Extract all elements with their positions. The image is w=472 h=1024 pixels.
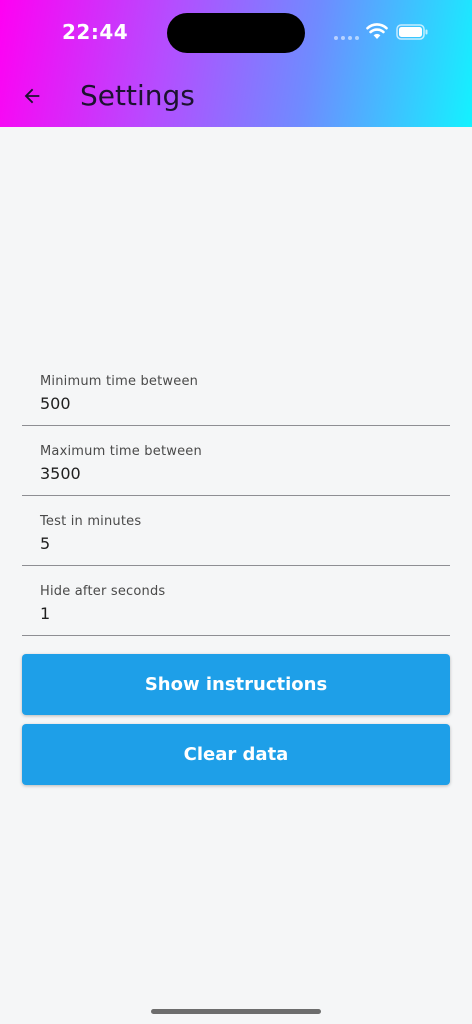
test-minutes-field: Test in minutes — [22, 496, 450, 566]
clear-data-button[interactable]: Clear data — [22, 724, 450, 785]
show-instructions-button[interactable]: Show instructions — [22, 654, 450, 715]
hide-seconds-label: Hide after seconds — [40, 584, 166, 599]
settings-form: Minimum time between Maximum time betwee… — [22, 356, 450, 636]
back-button[interactable] — [14, 78, 50, 114]
test-minutes-label: Test in minutes — [40, 514, 142, 529]
hide-seconds-field: Hide after seconds — [22, 566, 450, 636]
max-time-input[interactable] — [40, 462, 430, 484]
header-gradient: 22:44 Settings — [0, 0, 472, 127]
cellular-signal-icon — [334, 36, 360, 42]
status-bar: 22:44 — [0, 0, 472, 64]
min-time-label: Minimum time between — [40, 374, 199, 389]
arrow-left-icon — [24, 88, 40, 104]
page-title: Settings — [80, 79, 195, 112]
home-indicator[interactable] — [151, 1009, 321, 1014]
dynamic-island — [167, 13, 305, 53]
max-time-label: Maximum time between — [40, 444, 202, 459]
min-time-input[interactable] — [40, 392, 430, 414]
wifi-icon — [366, 23, 388, 39]
max-time-field: Maximum time between — [22, 426, 450, 496]
test-minutes-input[interactable] — [40, 532, 430, 554]
battery-icon — [396, 24, 428, 40]
app-bar: Settings — [0, 64, 472, 127]
min-time-field: Minimum time between — [22, 356, 450, 426]
action-buttons: Show instructions Clear data — [22, 654, 450, 785]
status-time: 22:44 — [62, 20, 129, 44]
hide-seconds-input[interactable] — [40, 602, 430, 624]
